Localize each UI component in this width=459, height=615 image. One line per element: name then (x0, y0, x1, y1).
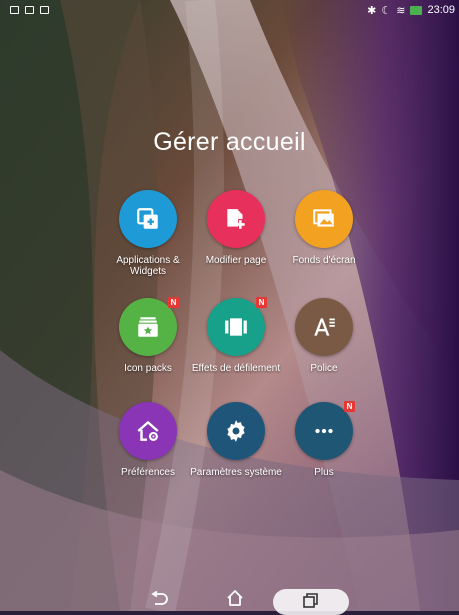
item-icon-packs[interactable]: N Icon packs (100, 297, 196, 374)
clock: 23:09 (427, 4, 455, 16)
item-label: Fonds d'écran (292, 255, 356, 266)
bluetooth-icon: ✱ (367, 4, 377, 17)
system-icons: ✱ ☾ ≋ 23:09 (367, 4, 459, 17)
applications-widgets-button[interactable] (119, 190, 177, 248)
add-widget-icon (137, 208, 158, 229)
do-not-disturb-icon: ☾ (381, 4, 392, 17)
plus-button[interactable]: N (295, 401, 355, 460)
more-icon (315, 428, 333, 434)
scroll-effects-icon (225, 318, 247, 336)
page-title: Gérer accueil (153, 128, 306, 156)
notification-icons (0, 6, 49, 14)
preferences-button[interactable] (119, 402, 177, 460)
item-label: Plus (314, 467, 334, 478)
notification-icon (40, 6, 49, 14)
item-fonds-ecran[interactable]: Fonds d'écran (276, 190, 372, 266)
home-icon[interactable] (225, 588, 245, 608)
navigation-bar (0, 585, 459, 615)
new-badge: N (344, 401, 355, 412)
item-parametres-systeme[interactable]: Paramètres système (188, 402, 284, 478)
item-modifier-page[interactable]: Modifier page (188, 190, 284, 266)
settings-gear-icon (227, 420, 245, 442)
item-label: Préférences (121, 467, 175, 478)
notification-icon (25, 6, 34, 14)
back-icon[interactable] (150, 591, 170, 607)
item-label: Paramètres système (190, 467, 282, 478)
preferences-icon (137, 421, 159, 441)
item-label: Police (310, 363, 338, 374)
icon-packs-icon (138, 317, 158, 337)
notification-icon (10, 6, 19, 14)
item-effets-defilement[interactable]: N Effets de défilement (188, 297, 284, 374)
item-preferences[interactable]: Préférences (100, 402, 196, 478)
wallpaper-icon (313, 209, 334, 227)
edit-page-icon (227, 209, 245, 229)
font-icon (314, 318, 335, 336)
battery-icon (410, 5, 423, 15)
item-label: Effets de défilement (191, 363, 281, 374)
status-bar: ✱ ☾ ≋ 23:09 (0, 0, 459, 20)
wifi-icon: ≋ (396, 4, 406, 17)
new-badge: N (256, 297, 267, 308)
new-badge: N (168, 297, 179, 308)
item-plus[interactable]: N Plus (276, 401, 372, 478)
icon-packs-button[interactable]: N (119, 297, 179, 356)
item-applications-widgets[interactable]: Applications & Widgets (100, 190, 196, 277)
item-label: Icon packs (124, 363, 172, 374)
modifier-page-button[interactable] (207, 190, 265, 248)
fonds-ecran-button[interactable] (295, 190, 353, 248)
item-police[interactable]: Police (276, 298, 372, 374)
item-label: Applications & Widgets (116, 255, 180, 277)
police-button[interactable] (295, 298, 353, 356)
parametres-systeme-button[interactable] (207, 402, 265, 460)
effets-defilement-button[interactable]: N (207, 297, 267, 356)
recent-apps-icon[interactable] (302, 592, 320, 608)
item-label: Modifier page (205, 255, 267, 266)
